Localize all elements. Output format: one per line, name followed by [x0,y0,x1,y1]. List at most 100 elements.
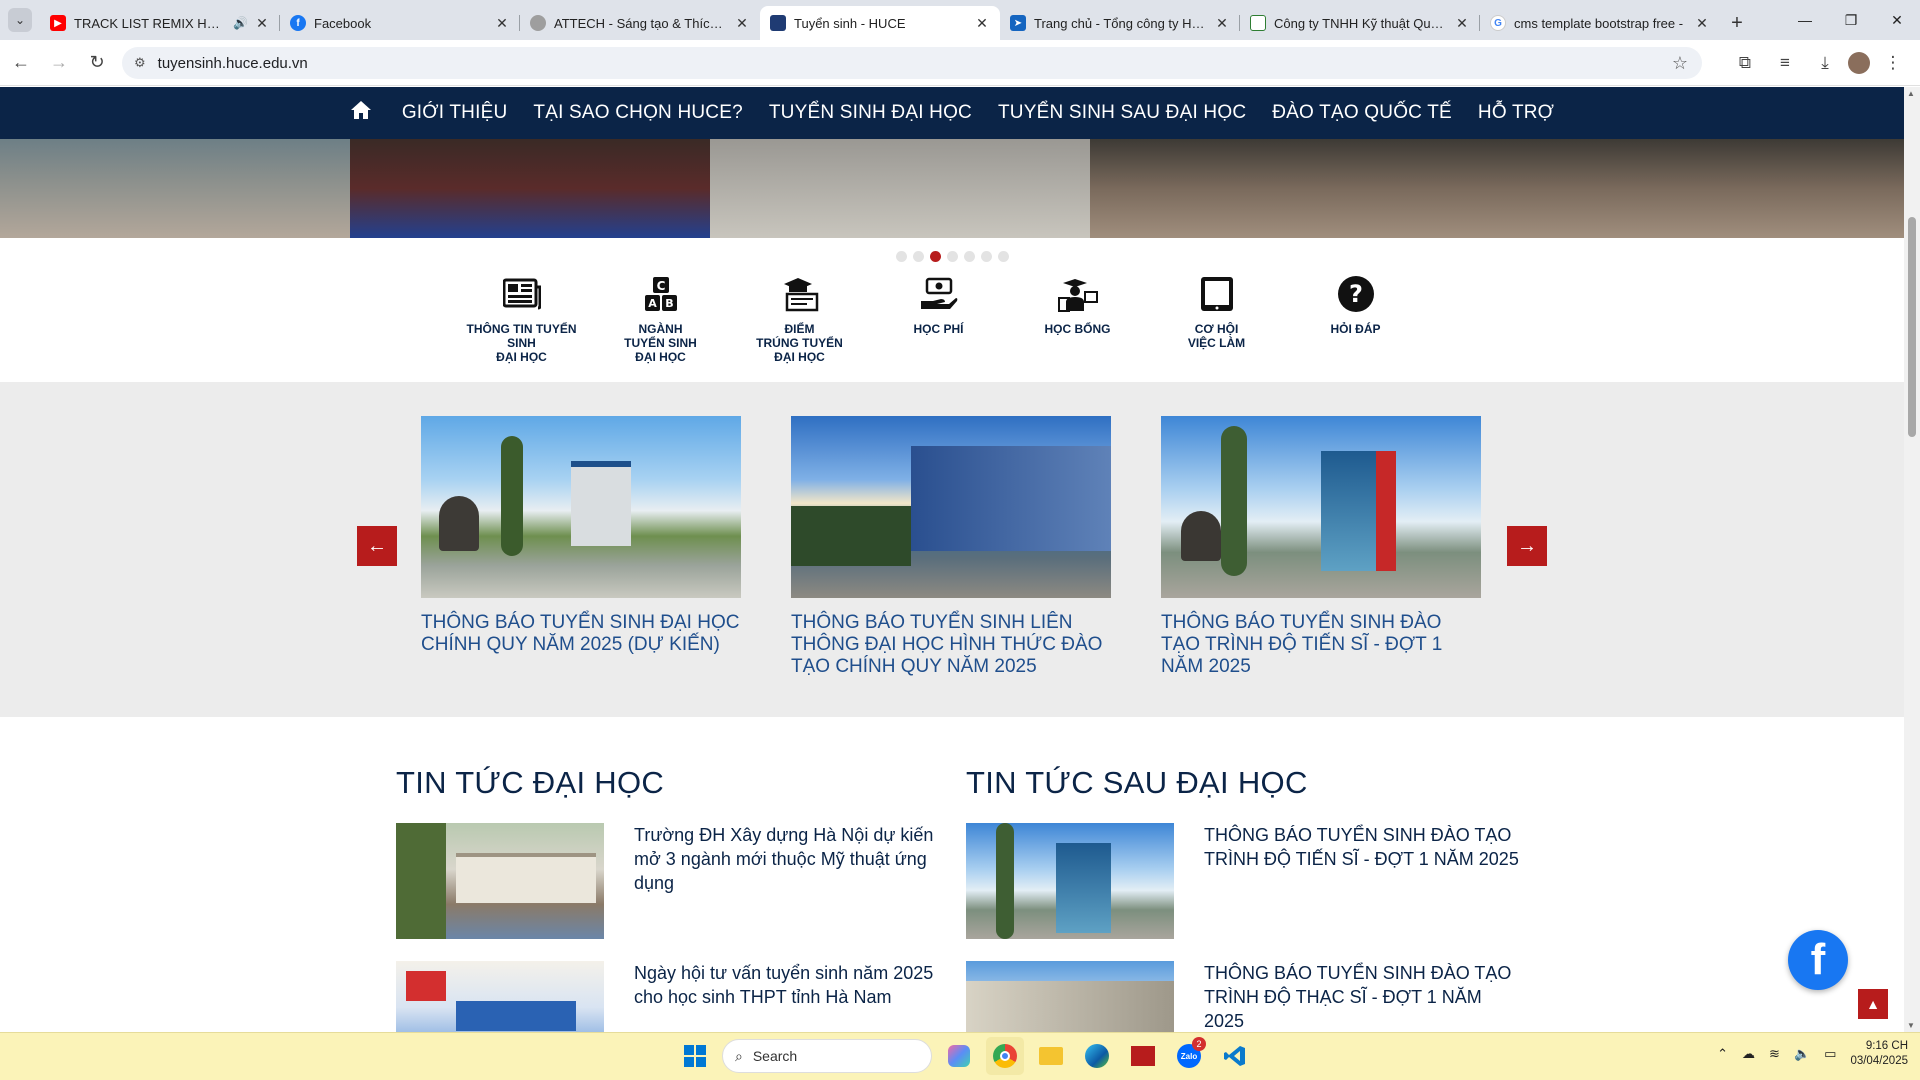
featured-card[interactable]: THÔNG BÁO TUYỂN SINH ĐÀO TẠO TRÌNH ĐỘ TI… [1161,416,1481,678]
tab-huce[interactable]: Tuyển sinh - HUCE ✕ [760,6,1000,40]
close-window-button[interactable]: ✕ [1874,0,1920,40]
slider-dot[interactable] [912,251,924,262]
close-icon[interactable]: ✕ [974,15,990,32]
featured-title[interactable]: THÔNG BÁO TUYỂN SINH ĐÀO TẠO TRÌNH ĐỘ TI… [1161,612,1481,678]
featured-card[interactable]: THÔNG BÁO TUYỂN SINH ĐẠI HỌC CHÍNH QUY N… [421,416,741,678]
tab-search-button[interactable]: ⌄ [8,8,32,32]
news-title[interactable]: THÔNG BÁO TUYỂN SINH ĐÀO TẠO TRÌNH ĐỘ TH… [1204,961,1524,1032]
slider-dot[interactable] [946,251,958,262]
forward-button[interactable]: → [42,46,76,80]
quick-link-majors[interactable]: CAB NGÀNH TUYỂN SINH ĐẠI HỌC [591,272,730,364]
news-item[interactable]: THÔNG BÁO TUYỂN SINH ĐÀO TẠO TRÌNH ĐỘ TI… [966,823,1524,939]
browser-toolbar: ← → ↻ ⚙ tuyensinh.huce.edu.vn ☆ ⧉ ≡ ⤓ ⋮ [0,40,1920,86]
reload-button[interactable]: ↻ [80,46,114,80]
battery-icon[interactable]: ▭ [1824,1046,1836,1062]
news-title[interactable]: THÔNG BÁO TUYỂN SINH ĐÀO TẠO TRÌNH ĐỘ TI… [1204,823,1524,939]
vscode-icon[interactable] [1216,1037,1254,1075]
news-thumbnail[interactable] [966,961,1174,1032]
close-icon[interactable]: ✕ [1214,15,1230,32]
tab-vatm[interactable]: ➤ Trang chủ - Tổng công ty Hàng ✕ [1000,6,1240,40]
nav-gioi-thieu[interactable]: GIỚI THIỆU [402,102,508,124]
back-to-top-button[interactable]: ▲ [1858,989,1888,1019]
chevron-up-icon[interactable]: ⌃ [1717,1046,1728,1062]
scrollbar-thumb[interactable] [1908,217,1916,437]
featured-image[interactable] [1161,416,1481,598]
chrome-icon[interactable] [986,1037,1024,1075]
menu-icon[interactable]: ⋮ [1876,46,1910,80]
copilot-icon[interactable] [940,1037,978,1075]
address-bar[interactable]: ⚙ tuyensinh.huce.edu.vn ☆ [122,47,1702,79]
quick-link-faq[interactable]: ? HỎI ĐÁP [1286,272,1425,364]
edge-icon[interactable] [1078,1037,1116,1075]
slider-dot[interactable] [980,251,992,262]
tab-facebook[interactable]: f Facebook ✕ [280,6,520,40]
close-icon[interactable]: ✕ [734,15,750,32]
news-thumbnail[interactable] [396,961,604,1032]
cloud-icon[interactable]: ☁ [1742,1046,1755,1062]
wifi-icon[interactable]: ≋ [1769,1046,1780,1062]
nav-tai-sao-chon-huce[interactable]: TẠI SAO CHỌN HUCE? [533,102,742,124]
close-icon[interactable]: ✕ [1454,15,1470,32]
speaker-icon[interactable]: 🔊 [233,16,248,30]
quick-link-jobs[interactable]: CƠ HỘI VIỆC LÀM [1147,272,1286,364]
facebook-float-button[interactable]: f [1788,930,1848,990]
zalo-icon[interactable]: Zalo 2 [1170,1037,1208,1075]
tab-attech[interactable]: ATTECH - Sáng tạo & Thích ngh ✕ [520,6,760,40]
quick-link-admission-info[interactable]: THÔNG TIN TUYỂN SINH ĐẠI HỌC [452,272,591,364]
close-icon[interactable]: ✕ [494,15,510,32]
back-button[interactable]: ← [4,46,38,80]
slider-dot-active[interactable] [929,251,941,262]
page-scrollbar[interactable]: ▲ ▼ [1904,87,1920,1032]
news-title[interactable]: Ngày hội tư vấn tuyển sinh năm 2025 cho … [634,961,934,1032]
featured-title[interactable]: THÔNG BÁO TUYỂN SINH LIÊN THÔNG ĐẠI HỌC … [791,612,1111,678]
windows-start-icon[interactable] [676,1037,714,1075]
media-control-icon[interactable]: ≡ [1768,46,1802,80]
extensions-icon[interactable]: ⧉ [1728,46,1762,80]
slider-dot[interactable] [963,251,975,262]
close-icon[interactable]: ✕ [1694,15,1710,32]
google-icon: G [1490,15,1506,31]
new-tab-button[interactable]: + [1720,6,1754,40]
quick-link-tuition[interactable]: HỌC PHÍ [869,272,1008,364]
clock[interactable]: 9:16 CH 03/04/2025 [1850,1039,1908,1069]
news-thumbnail[interactable] [396,823,604,939]
minimize-button[interactable]: — [1782,0,1828,40]
news-title[interactable]: Trường ĐH Xây dựng Hà Nội dự kiến mở 3 n… [634,823,934,939]
profile-avatar[interactable] [1848,52,1870,74]
featured-title[interactable]: THÔNG BÁO TUYỂN SINH ĐẠI HỌC CHÍNH QUY N… [421,612,741,656]
carousel-next-button[interactable]: → [1507,526,1547,566]
news-item[interactable]: THÔNG BÁO TUYỂN SINH ĐÀO TẠO TRÌNH ĐỘ TH… [966,961,1524,1032]
download-icon[interactable]: ⤓ [1808,46,1842,80]
carousel-prev-button[interactable]: ← [357,526,397,566]
volume-icon[interactable]: 🔈 [1794,1046,1810,1062]
taskbar-search[interactable]: ⌕ Search [722,1039,932,1073]
nav-dao-tao-quoc-te[interactable]: ĐÀO TẠO QUỐC TẾ [1272,102,1452,124]
quick-link-scores[interactable]: ĐIỂM TRÚNG TUYỂN ĐẠI HỌC [730,272,869,364]
news-item[interactable]: Trường ĐH Xây dựng Hà Nội dự kiến mở 3 n… [396,823,934,939]
tab-google[interactable]: G cms template bootstrap free - ✕ [1480,6,1720,40]
featured-image[interactable] [791,416,1111,598]
youtube-icon: ▶ [50,15,66,31]
site-info-icon[interactable]: ⚙ [134,55,146,71]
slider-dot[interactable] [997,251,1009,262]
nav-tuyen-sinh-dai-hoc[interactable]: TUYỂN SINH ĐẠI HỌC [769,102,972,124]
tab-company[interactable]: Công ty TNHH Kỹ thuật Quản lý ✕ [1240,6,1480,40]
tab-youtube[interactable]: ▶ TRACK LIST REMIX HOT TIK 🔊 ✕ [40,6,280,40]
scroll-down-icon[interactable]: ▼ [1907,1021,1915,1030]
slider-dot[interactable] [895,251,907,262]
url-text[interactable]: tuyensinh.huce.edu.vn [158,55,308,72]
nav-tuyen-sinh-sau-dai-hoc[interactable]: TUYỂN SINH SAU ĐẠI HỌC [998,102,1246,124]
home-icon[interactable] [350,100,372,126]
news-item[interactable]: Ngày hội tư vấn tuyển sinh năm 2025 cho … [396,961,934,1032]
app-red-icon[interactable] [1124,1037,1162,1075]
quick-link-scholarship[interactable]: HỌC BỔNG [1008,272,1147,364]
close-icon[interactable]: ✕ [254,15,270,32]
featured-image[interactable] [421,416,741,598]
news-thumbnail[interactable] [966,823,1174,939]
file-explorer-icon[interactable] [1032,1037,1070,1075]
bookmark-star-icon[interactable]: ☆ [1672,53,1688,74]
nav-ho-tro[interactable]: HỖ TRỢ [1478,102,1554,124]
featured-card[interactable]: THÔNG BÁO TUYỂN SINH LIÊN THÔNG ĐẠI HỌC … [791,416,1111,678]
scroll-up-icon[interactable]: ▲ [1907,89,1915,98]
restore-button[interactable]: ❐ [1828,0,1874,40]
